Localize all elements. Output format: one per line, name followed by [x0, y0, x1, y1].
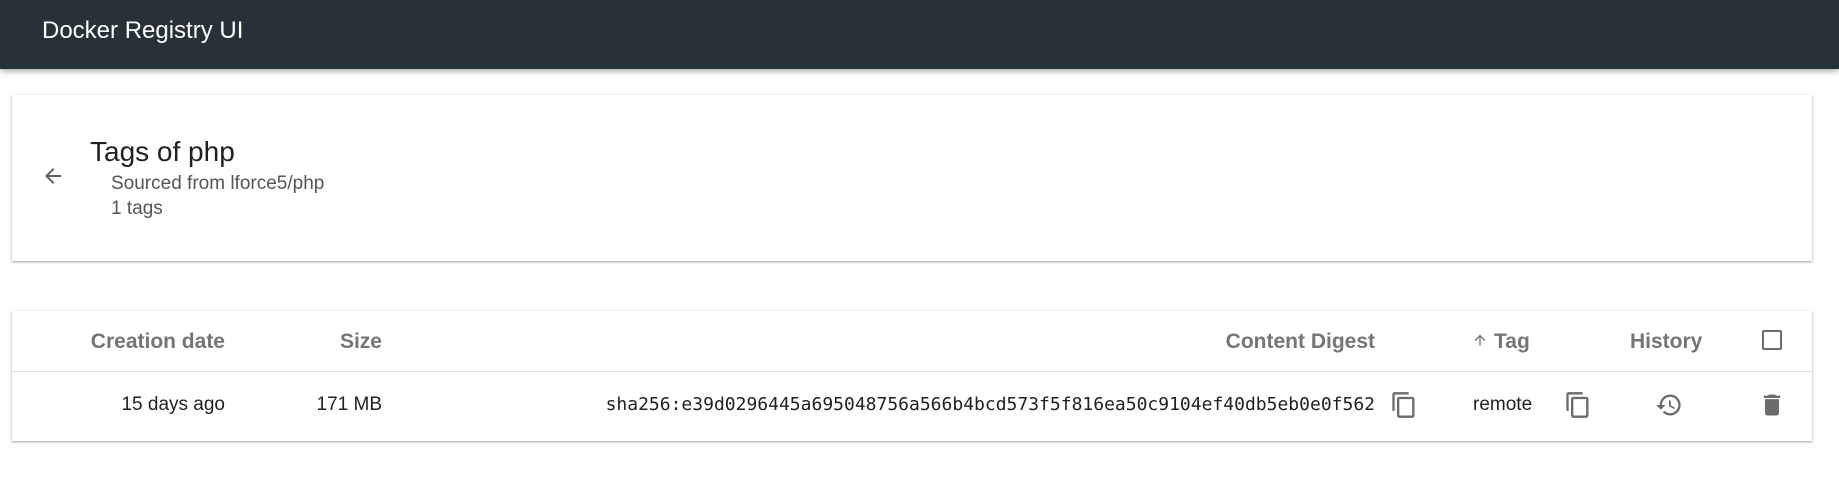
column-header-tag-label: Tag	[1494, 330, 1530, 353]
copy-digest-button[interactable]	[1389, 390, 1419, 420]
copy-icon	[1566, 392, 1589, 418]
select-all-checkbox[interactable]	[1762, 330, 1782, 350]
copy-icon	[1392, 392, 1415, 418]
page-title: Tags of php	[90, 136, 235, 167]
repository-header-card: Tags of php Sourced from lforce5/php 1 t…	[12, 95, 1812, 261]
row-creation-date: 15 days ago	[121, 394, 225, 415]
copy-tag-button[interactable]	[1563, 390, 1593, 420]
back-button[interactable]	[38, 161, 68, 191]
column-header-content-digest: Content Digest	[1225, 330, 1375, 353]
row-tag: remote	[1473, 394, 1533, 415]
history-button[interactable]	[1654, 390, 1684, 420]
delete-button[interactable]	[1757, 390, 1787, 420]
tags-table: Creation date Size Content Digest Tag Hi…	[12, 311, 1812, 441]
column-header-tag[interactable]: Tag	[1472, 329, 1530, 355]
column-header-creation-date[interactable]: Creation date	[91, 329, 225, 355]
app-bar: Docker Registry UI	[0, 0, 1839, 69]
arrow-up-icon	[1472, 329, 1488, 355]
delete-icon	[1763, 394, 1781, 416]
history-icon	[1656, 394, 1681, 416]
header-divider	[12, 371, 1812, 372]
row-size: 171 MB	[316, 394, 382, 415]
column-header-size[interactable]: Size	[340, 329, 382, 355]
column-header-history: History	[1630, 330, 1703, 353]
row-content-digest: sha256:e39d0296445a695048756a566b4bcd573…	[605, 394, 1375, 415]
source-label: Sourced from lforce5/php	[111, 173, 325, 194]
tag-count: 1 tags	[111, 198, 163, 219]
arrow-back-icon	[45, 168, 61, 184]
app-title: Docker Registry UI	[42, 17, 244, 44]
